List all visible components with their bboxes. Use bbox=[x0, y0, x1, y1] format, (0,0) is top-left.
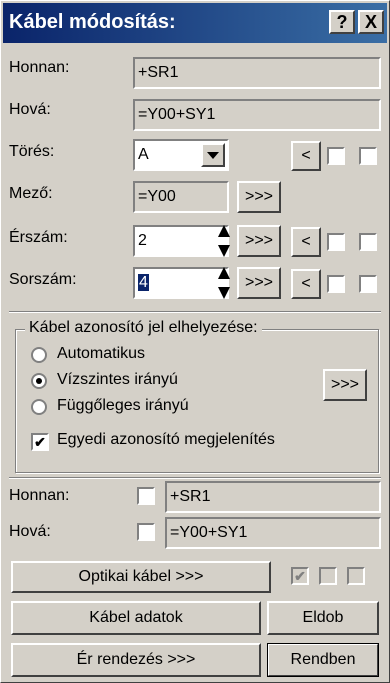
close-button[interactable]: X bbox=[358, 10, 384, 34]
bottom-honnan-checkbox[interactable] bbox=[137, 487, 155, 505]
optical-checkbox-1: ✔ bbox=[291, 567, 309, 585]
erszam-more-button[interactable]: >>> bbox=[237, 225, 281, 257]
erszam-checkbox-2[interactable] bbox=[359, 233, 377, 251]
radio-automatikus[interactable] bbox=[31, 347, 47, 363]
placement-more-button[interactable]: >>> bbox=[323, 369, 367, 401]
spin-down-icon[interactable] bbox=[218, 245, 230, 257]
sorszam-label: Sorszám: bbox=[9, 271, 77, 288]
tores-selected-value: A bbox=[138, 146, 149, 163]
separator bbox=[9, 311, 381, 313]
mezo-more-button[interactable]: >>> bbox=[237, 181, 281, 213]
bottom-honnan-label: Honnan: bbox=[9, 487, 70, 504]
bottom-hova-field: =Y00+SY1 bbox=[165, 517, 381, 549]
bottom-honnan-field: +SR1 bbox=[165, 481, 381, 513]
radio-vizszintes-label: Vízszintes irányú bbox=[57, 371, 178, 388]
sorszam-value: 4 bbox=[138, 274, 149, 291]
bottom-hova-checkbox[interactable] bbox=[137, 523, 155, 541]
checkmark-icon: ✔ bbox=[34, 434, 46, 450]
dialog-window: Kábel módosítás: ? X Honnan: +SR1 Hová: … bbox=[0, 0, 390, 683]
unique-id-label: Egyedi azonosító megjelenítés bbox=[57, 431, 275, 448]
radio-fuggoleges-label: Függőleges irányú bbox=[57, 397, 189, 414]
tores-select[interactable]: A bbox=[133, 139, 229, 171]
optical-checkbox-3 bbox=[347, 567, 365, 585]
hova-field: =Y00+SY1 bbox=[133, 99, 381, 131]
erszam-input[interactable]: 2 bbox=[133, 225, 229, 257]
spin-up-icon[interactable] bbox=[218, 225, 230, 237]
wire-order-button[interactable]: Ér rendezés >>> bbox=[11, 643, 261, 677]
mezo-label: Mező: bbox=[9, 185, 53, 202]
radio-fuggoleges[interactable] bbox=[31, 399, 47, 415]
placement-group-title: Kábel azonosító jel elhelyezése: bbox=[25, 319, 262, 337]
sorszam-more-button[interactable]: >>> bbox=[237, 267, 281, 299]
erszam-spinner[interactable] bbox=[217, 225, 231, 257]
tores-back-button[interactable]: < bbox=[291, 141, 321, 171]
chevron-down-icon[interactable] bbox=[201, 143, 225, 167]
spin-down-icon[interactable] bbox=[218, 287, 230, 299]
tores-label: Törés: bbox=[9, 143, 55, 160]
bottom-hova-label: Hová: bbox=[9, 523, 51, 540]
title-bar[interactable]: Kábel módosítás: ? X bbox=[3, 3, 387, 43]
sorszam-spinner[interactable] bbox=[217, 267, 231, 299]
erszam-checkbox-1[interactable] bbox=[327, 233, 345, 251]
radio-dot bbox=[36, 378, 42, 384]
separator bbox=[9, 477, 381, 479]
sorszam-back-button[interactable]: < bbox=[291, 269, 321, 299]
optical-cable-button[interactable]: Optikai kábel >>> bbox=[11, 561, 271, 593]
ok-button[interactable]: Rendben bbox=[267, 643, 379, 677]
radio-automatikus-label: Automatikus bbox=[57, 345, 146, 362]
hova-label: Hová: bbox=[9, 101, 51, 118]
window-title: Kábel módosítás: bbox=[9, 11, 176, 33]
sorszam-checkbox-2[interactable] bbox=[359, 275, 377, 293]
erszam-label: Érszám: bbox=[9, 229, 68, 246]
sorszam-checkbox-1[interactable] bbox=[327, 275, 345, 293]
unique-id-checkbox[interactable]: ✔ bbox=[31, 433, 49, 451]
tores-checkbox-1[interactable] bbox=[327, 147, 345, 165]
spin-up-icon[interactable] bbox=[218, 267, 230, 279]
help-button[interactable]: ? bbox=[329, 10, 355, 34]
honnan-field: +SR1 bbox=[133, 57, 381, 89]
cable-data-button[interactable]: Kábel adatok bbox=[11, 601, 261, 635]
tores-checkbox-2[interactable] bbox=[359, 147, 377, 165]
honnan-label: Honnan: bbox=[9, 59, 70, 76]
checkmark-icon: ✔ bbox=[294, 568, 306, 584]
discard-button[interactable]: Eldob bbox=[267, 601, 379, 635]
radio-vizszintes[interactable] bbox=[31, 373, 47, 389]
sorszam-input[interactable]: 4 bbox=[133, 267, 229, 299]
mezo-field: =Y00 bbox=[133, 181, 229, 213]
optical-checkbox-2 bbox=[319, 567, 337, 585]
erszam-back-button[interactable]: < bbox=[291, 227, 321, 257]
